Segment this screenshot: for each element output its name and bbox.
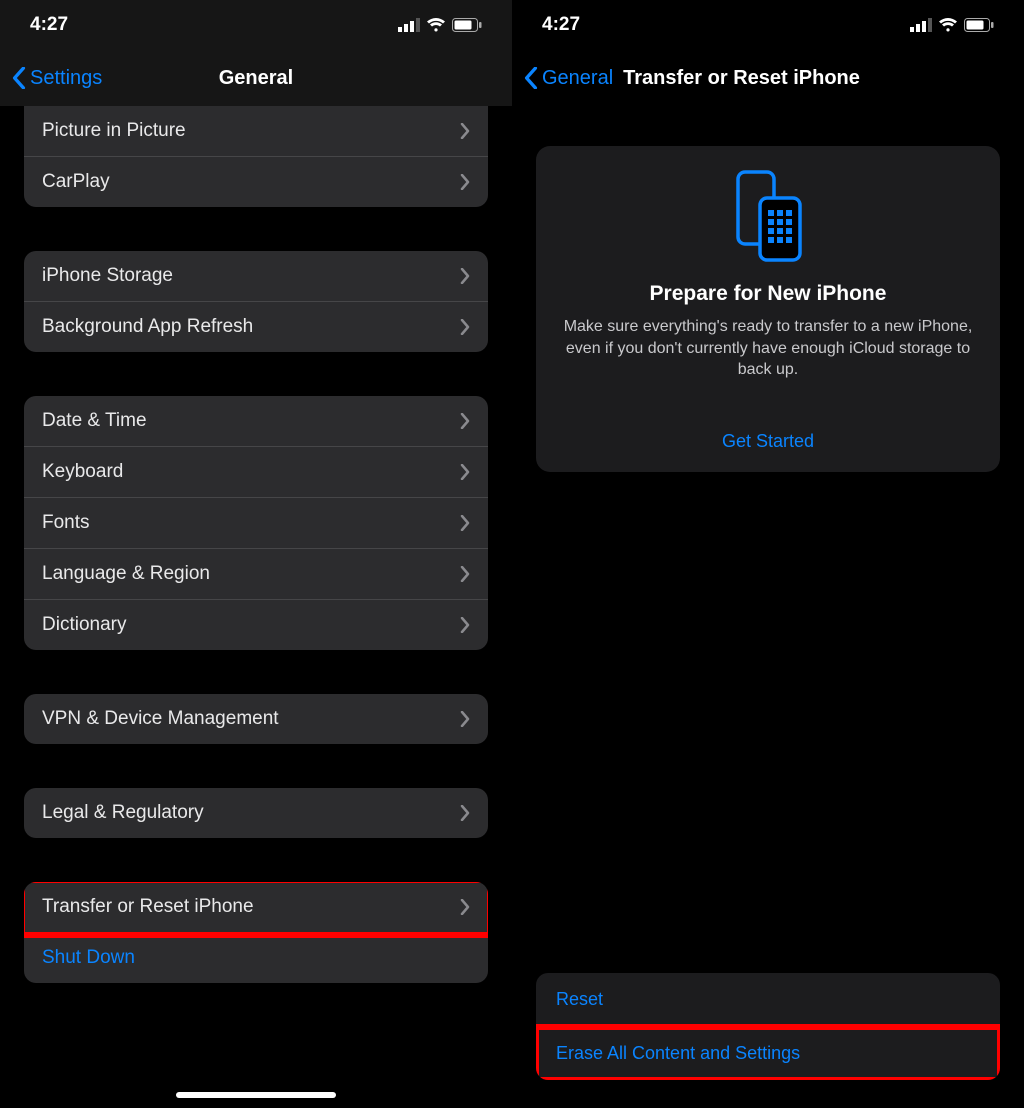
- row-label: Date & Time: [42, 410, 147, 432]
- reset-group: Reset Erase All Content and Settings: [536, 973, 1000, 1080]
- row-label: CarPlay: [42, 171, 110, 193]
- settings-row[interactable]: VPN & Device Management: [24, 694, 488, 744]
- get-started-button[interactable]: Get Started: [556, 415, 980, 472]
- chevron-right-icon: [460, 515, 470, 531]
- settings-row[interactable]: Background App Refresh: [24, 302, 488, 352]
- nav-header: General Transfer or Reset iPhone: [512, 50, 1024, 106]
- settings-row[interactable]: iPhone Storage: [24, 251, 488, 302]
- settings-row[interactable]: Transfer or Reset iPhone: [24, 882, 488, 933]
- battery-icon: [964, 18, 994, 32]
- prepare-card: Prepare for New iPhone Make sure everyth…: [536, 146, 1000, 472]
- row-label: Reset: [556, 989, 603, 1010]
- row-label: Background App Refresh: [42, 316, 253, 338]
- transfer-iphone-icon: [732, 170, 804, 264]
- settings-row[interactable]: Dictionary: [24, 600, 488, 650]
- row-label: iPhone Storage: [42, 265, 173, 287]
- page-title: Transfer or Reset iPhone: [623, 67, 860, 90]
- erase-row[interactable]: Erase All Content and Settings: [536, 1027, 1000, 1080]
- status-bar: 4:27: [512, 0, 1024, 50]
- chevron-right-icon: [460, 413, 470, 429]
- chevron-right-icon: [460, 711, 470, 727]
- settings-row[interactable]: Picture in Picture: [24, 106, 488, 157]
- chevron-right-icon: [460, 464, 470, 480]
- chevron-left-icon: [524, 67, 538, 89]
- nav-header: Settings General: [0, 50, 512, 106]
- settings-row[interactable]: Keyboard: [24, 447, 488, 498]
- status-icons: [398, 18, 482, 32]
- settings-group: VPN & Device Management: [24, 694, 488, 744]
- back-button[interactable]: Settings: [12, 67, 102, 90]
- chevron-right-icon: [460, 174, 470, 190]
- settings-group: iPhone Storage Background App Refresh: [24, 251, 488, 352]
- status-time: 4:27: [30, 14, 68, 36]
- settings-group: Date & Time Keyboard Fonts Language & Regio…: [24, 396, 488, 650]
- row-label: Shut Down: [42, 947, 135, 969]
- settings-group: Legal & Regulatory: [24, 788, 488, 838]
- settings-row[interactable]: Shut Down: [24, 933, 488, 983]
- chevron-right-icon: [460, 268, 470, 284]
- chevron-right-icon: [460, 319, 470, 335]
- settings-row[interactable]: CarPlay: [24, 157, 488, 207]
- back-label: Settings: [30, 67, 102, 90]
- status-time: 4:27: [542, 14, 580, 36]
- wifi-icon: [426, 18, 446, 32]
- settings-row[interactable]: Fonts: [24, 498, 488, 549]
- card-body: Make sure everything's ready to transfer…: [556, 316, 980, 381]
- row-label: Legal & Regulatory: [42, 802, 204, 824]
- settings-group: Picture in Picture CarPlay: [24, 106, 488, 207]
- chevron-left-icon: [12, 67, 26, 89]
- chevron-right-icon: [460, 617, 470, 633]
- status-icons: [910, 18, 994, 32]
- row-label: Picture in Picture: [42, 120, 186, 142]
- settings-row[interactable]: Legal & Regulatory: [24, 788, 488, 838]
- row-label: Transfer or Reset iPhone: [42, 896, 254, 918]
- chevron-right-icon: [460, 805, 470, 821]
- back-button[interactable]: General: [524, 67, 613, 90]
- chevron-right-icon: [460, 566, 470, 582]
- row-label: Erase All Content and Settings: [556, 1043, 800, 1064]
- cellular-icon: [398, 18, 420, 32]
- status-bar: 4:27: [0, 0, 512, 50]
- settings-row[interactable]: Date & Time: [24, 396, 488, 447]
- chevron-right-icon: [460, 123, 470, 139]
- chevron-right-icon: [460, 899, 470, 915]
- card-title: Prepare for New iPhone: [556, 282, 980, 306]
- row-label: Language & Region: [42, 563, 210, 585]
- settings-group: Transfer or Reset iPhone Shut Down: [24, 882, 488, 983]
- row-label: Keyboard: [42, 461, 123, 483]
- wifi-icon: [938, 18, 958, 32]
- settings-row[interactable]: Language & Region: [24, 549, 488, 600]
- home-indicator[interactable]: [176, 1092, 336, 1098]
- row-label: Fonts: [42, 512, 90, 534]
- cellular-icon: [910, 18, 932, 32]
- reset-row[interactable]: Reset: [536, 973, 1000, 1027]
- battery-icon: [452, 18, 482, 32]
- row-label: Dictionary: [42, 614, 126, 636]
- back-label: General: [542, 67, 613, 90]
- row-label: VPN & Device Management: [42, 708, 279, 730]
